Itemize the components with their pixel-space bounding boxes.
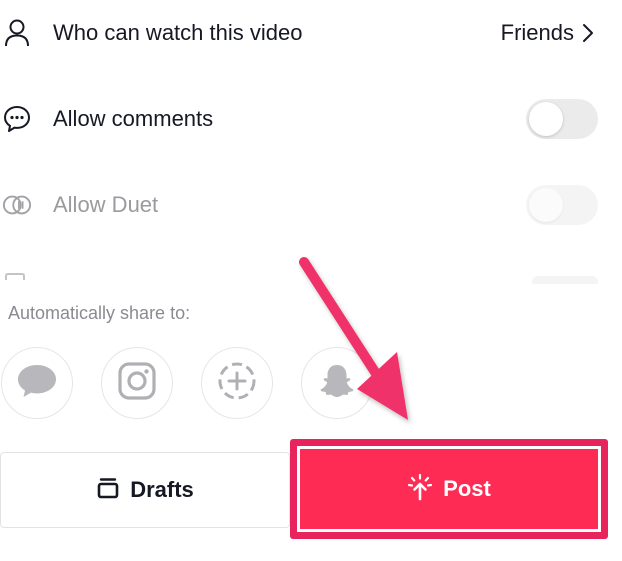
post-label: Post [443,476,491,501]
share-messages-button[interactable] [1,347,73,419]
share-label: Automatically share to: [8,303,191,323]
person-icon [2,18,32,48]
partial-settings-row [0,262,622,284]
allow-comments-row: Allow comments [0,89,622,149]
message-bubble-icon [15,361,59,406]
toggle-knob [529,102,563,136]
drafts-icon [96,476,120,505]
share-targets [0,347,420,419]
who-can-watch-label: Who can watch this video [53,20,303,45]
who-can-watch-row[interactable]: Who can watch this video Friends [0,3,622,63]
toggle-knob [529,188,563,222]
drafts-label: Drafts [130,477,194,502]
chevron-right-icon[interactable] [580,22,596,44]
share-instagram-button[interactable] [101,347,173,419]
post-button[interactable]: Post [297,446,601,532]
post-sparkle-icon [407,473,433,506]
allow-comments-label: Allow comments [53,106,214,131]
comment-icon [2,104,32,134]
allow-duet-toggle[interactable] [526,185,598,225]
drafts-button[interactable]: Drafts [0,452,290,528]
duet-icon [2,190,32,220]
post-button-highlight: Post [290,439,608,539]
who-can-watch-value[interactable]: Friends [501,20,574,46]
share-snapchat-button[interactable] [301,347,373,419]
allow-comments-toggle[interactable] [526,99,598,139]
allow-duet-label: Allow Duet [53,192,159,217]
instagram-icon [117,361,157,406]
snapchat-icon [317,361,357,406]
share-story-button[interactable] [201,347,273,419]
add-story-icon [216,360,258,407]
allow-duet-row: Allow Duet [0,175,622,235]
